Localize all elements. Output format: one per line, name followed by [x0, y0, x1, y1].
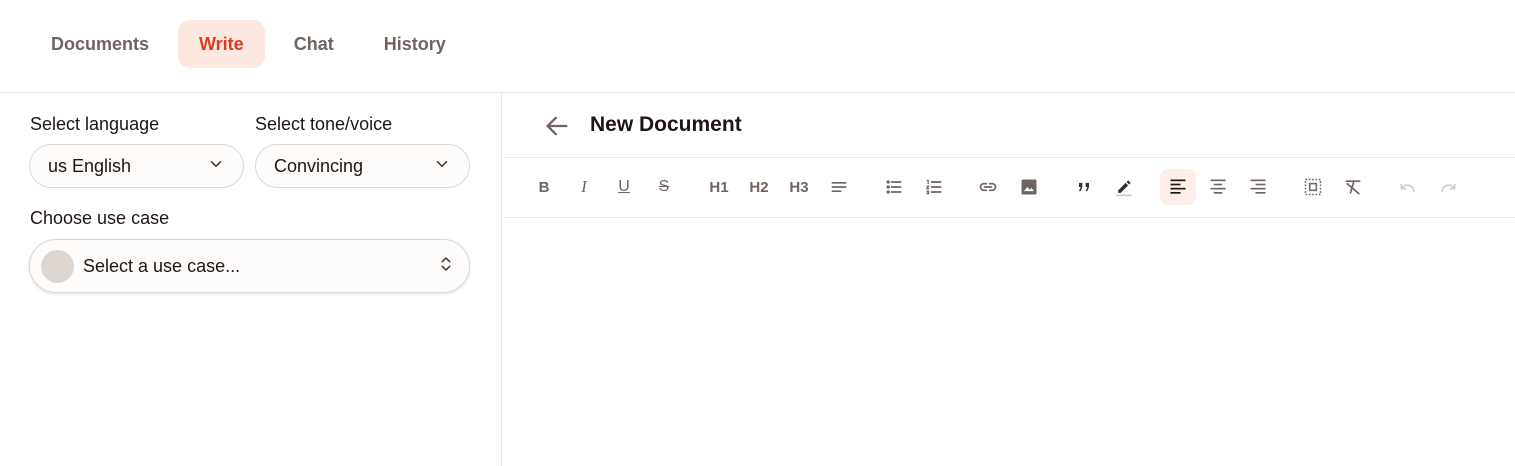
chevron-down-icon [207, 155, 225, 178]
bold-button[interactable]: B [526, 169, 562, 205]
paragraph-icon [831, 182, 847, 192]
italic-button[interactable]: I [566, 169, 602, 205]
heading2-icon: H2 [749, 178, 769, 196]
heading3-icon: H3 [789, 178, 809, 196]
align-right-icon [1250, 179, 1266, 194]
align-center-button[interactable] [1200, 169, 1236, 205]
quote-icon [1079, 182, 1089, 192]
usecase-placeholder: Select a use case... [83, 255, 241, 276]
tab-bar: Documents Write Chat History [30, 20, 467, 68]
paragraph-button[interactable] [821, 169, 857, 205]
heading2-button[interactable]: H2 [741, 169, 777, 205]
strikethrough-button[interactable]: S [646, 169, 682, 205]
tab-documents[interactable]: Documents [30, 20, 170, 68]
language-label: Select language [30, 114, 160, 134]
strikethrough-icon: S [658, 178, 670, 195]
tab-history[interactable]: History [363, 20, 467, 68]
clear-format-button[interactable] [1335, 169, 1371, 205]
select-all-icon [1304, 178, 1322, 196]
bullet-list-icon [886, 180, 902, 194]
numbered-list-icon [925, 179, 942, 195]
redo-button[interactable] [1430, 169, 1466, 205]
tone-value: Convincing [274, 155, 364, 176]
blockquote-button[interactable] [1066, 169, 1102, 205]
heading3-button[interactable]: H3 [781, 169, 817, 205]
select-all-button[interactable] [1295, 169, 1331, 205]
redo-icon [1441, 183, 1456, 192]
highlight-button[interactable] [1106, 169, 1142, 205]
bold-icon: B [538, 178, 550, 196]
undo-icon [1400, 183, 1415, 192]
language-select[interactable]: us English [29, 144, 244, 188]
chevron-down-icon [433, 155, 451, 178]
heading1-icon: H1 [709, 178, 729, 196]
italic-icon: I [581, 177, 587, 196]
pencil-icon [1116, 180, 1132, 197]
image-button[interactable] [1011, 169, 1047, 205]
underline-icon: U [618, 178, 630, 195]
bullet-list-button[interactable] [876, 169, 912, 205]
clear-format-icon [1345, 180, 1361, 195]
usecase-select[interactable]: Select a use case... [29, 239, 470, 293]
link-button[interactable] [970, 169, 1006, 205]
usecase-avatar [41, 249, 74, 283]
tone-label: Select tone/voice [255, 114, 393, 134]
align-left-icon [1170, 179, 1186, 194]
settings-panel: Select language Select tone/voice us Eng… [0, 93, 502, 466]
tab-write[interactable]: Write [178, 20, 265, 68]
underline-button[interactable]: U [606, 169, 642, 205]
link-icon [979, 182, 997, 192]
tone-select[interactable]: Convincing [255, 144, 470, 188]
align-right-button[interactable] [1240, 169, 1276, 205]
formatting-toolbar: B I U S H1 H2 H3 [503, 158, 1515, 218]
back-arrow-icon[interactable] [543, 112, 571, 140]
document-header: New Document [503, 93, 1515, 158]
numbered-list-button[interactable] [916, 169, 952, 205]
heading1-button[interactable]: H1 [701, 169, 737, 205]
image-icon [1021, 179, 1037, 195]
undo-button[interactable] [1390, 169, 1426, 205]
editor-panel: New Document B I U S H1 H2 H3 [503, 93, 1515, 466]
align-left-button[interactable] [1160, 169, 1196, 205]
document-title: New Document [590, 113, 742, 136]
tab-chat[interactable]: Chat [273, 20, 355, 68]
language-value: us English [48, 155, 132, 176]
align-center-icon [1210, 179, 1226, 194]
document-editor[interactable] [503, 218, 1515, 466]
usecase-label: Choose use case [30, 208, 170, 228]
chevron-up-down-icon [437, 255, 455, 278]
top-nav: Documents Write Chat History [0, 0, 1515, 93]
